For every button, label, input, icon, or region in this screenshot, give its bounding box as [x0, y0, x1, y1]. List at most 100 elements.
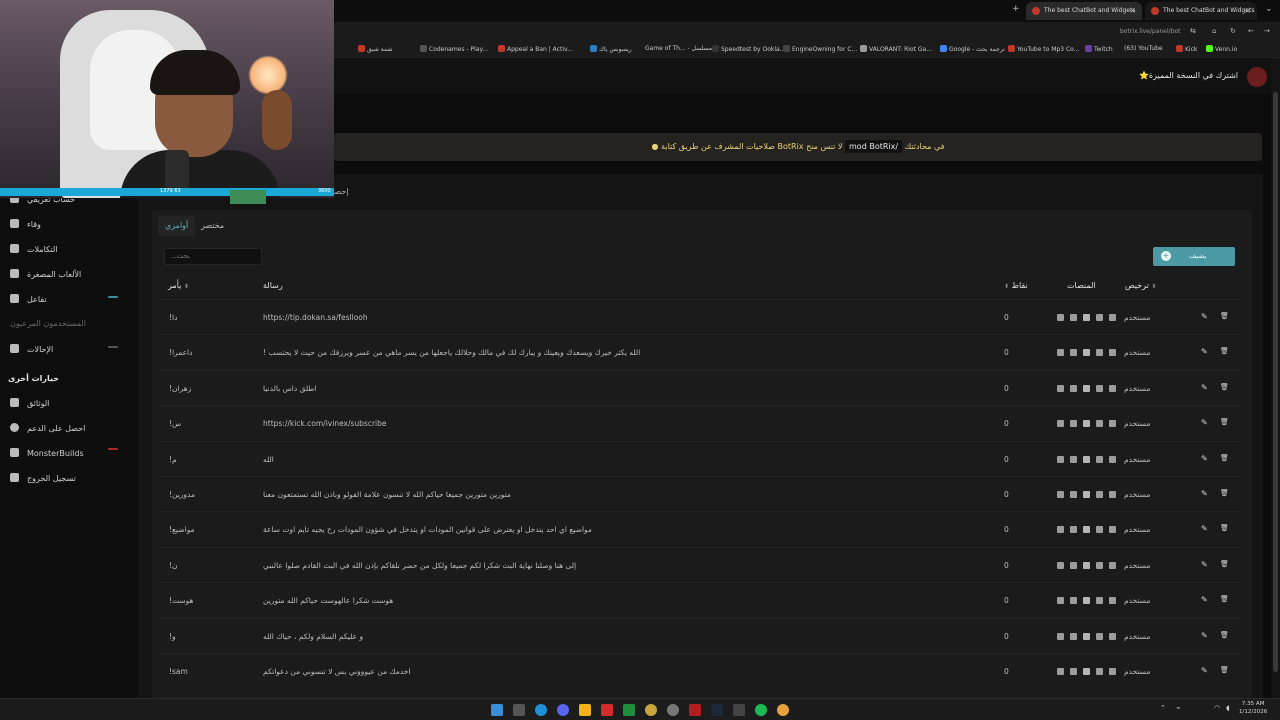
taskbar-clock[interactable]: 7:35 AM 1/12/2026	[1239, 700, 1267, 716]
bookmark[interactable]: Game of Th... - مسلسل	[645, 45, 712, 52]
edit-icon[interactable]: ✎	[1201, 383, 1208, 392]
x-platform-icon	[1109, 668, 1116, 675]
app-icon[interactable]	[645, 704, 657, 716]
page-tab-partial[interactable]: إحصا	[332, 187, 349, 196]
edit-icon[interactable]: ✎	[1201, 560, 1208, 569]
delete-icon[interactable]: 🗑	[1220, 595, 1229, 603]
sidebar-item-rewards[interactable]: وقاء	[10, 219, 41, 229]
delete-icon[interactable]: 🗑	[1220, 524, 1229, 532]
delete-icon[interactable]: 🗑	[1220, 489, 1229, 497]
bookmark[interactable]: شمة شيق	[358, 45, 392, 53]
bookmark[interactable]: Venn.io	[1206, 45, 1237, 53]
obs-icon[interactable]	[667, 704, 679, 716]
edit-icon[interactable]: ✎	[1201, 524, 1208, 533]
sidebar-item-monsterbuilds[interactable]: MonsterBuilds	[10, 448, 84, 458]
alert-text: لا تنس منح BotRix صلاحيات المشرف عن طريق…	[661, 142, 843, 151]
chrome-icon[interactable]	[777, 704, 789, 716]
chevron-down-icon[interactable]: ⌄	[1265, 4, 1273, 14]
bookmark[interactable]: EngineOwning for C...	[783, 45, 857, 53]
tab-shortcut[interactable]: مختصر	[194, 216, 231, 236]
url-field[interactable]: botrix.live/panel/bot	[1120, 28, 1181, 35]
refresh-icon[interactable]: ↻	[1230, 27, 1236, 35]
network-icon[interactable]: ⌁	[1176, 704, 1180, 712]
bookmark[interactable]: ريسوبس ياك	[590, 45, 632, 53]
message-cell: الله	[263, 454, 274, 464]
close-icon[interactable]: ×	[1244, 6, 1251, 15]
volume-icon[interactable]: ◖	[1226, 704, 1230, 712]
edit-icon[interactable]: ✎	[1201, 312, 1208, 321]
scrollbar-thumb[interactable]	[1273, 92, 1278, 672]
sidebar-item-integrations[interactable]: التكاملات	[10, 244, 58, 254]
bookmark[interactable]: VALORANT: Riot Ga...	[860, 45, 932, 53]
delete-icon[interactable]: 🗑	[1220, 666, 1229, 674]
delete-icon[interactable]: 🗑	[1220, 454, 1229, 462]
premium-link[interactable]: اشترك في النسخة المميزة⭐	[1139, 71, 1238, 80]
edge-icon[interactable]	[535, 704, 547, 716]
edit-icon[interactable]: ✎	[1201, 631, 1208, 640]
edit-icon[interactable]: ✎	[1201, 595, 1208, 604]
home-icon[interactable]: ⌂	[1212, 27, 1216, 35]
bookmark[interactable]: Speedtest by Ookla...	[712, 45, 785, 53]
trovo-platform-icon	[1096, 526, 1103, 534]
guitar	[262, 90, 292, 150]
bookmark[interactable]: Kick	[1176, 45, 1197, 53]
sidebar-item-referrals[interactable]: الإحالات	[10, 344, 53, 354]
command-cell: !ن	[169, 560, 178, 570]
column-header-permission[interactable]: ترخيص ⬍	[1125, 281, 1156, 290]
sidebar-item-support[interactable]: احصل على الدعم	[10, 423, 85, 433]
sidebar-item-sponsored-users[interactable]: المستخدمون المرعيون	[10, 319, 86, 328]
edit-icon[interactable]: ✎	[1201, 489, 1208, 498]
delete-icon[interactable]: 🗑	[1220, 418, 1229, 426]
new-badge	[108, 296, 118, 298]
mod-alert: في محادثتك /mod BotRix لا تنس منح BotRix…	[334, 133, 1262, 161]
chevron-up-icon[interactable]: ⌃	[1160, 704, 1166, 712]
sidebar-item-docs[interactable]: الوثائق	[10, 398, 49, 408]
delete-icon[interactable]: 🗑	[1220, 347, 1229, 355]
bookmark[interactable]: Codenames - Play...	[420, 45, 488, 53]
bookmark[interactable]: Appeal a Ban | Activ...	[498, 45, 573, 53]
delete-icon[interactable]: 🗑	[1220, 383, 1229, 391]
delete-icon[interactable]: 🗑	[1220, 631, 1229, 639]
command-cell: !مدورين	[169, 490, 196, 499]
sidebar-item-interaction[interactable]: تفاعل	[10, 294, 47, 304]
bookmark[interactable]: YouTube to Mp3 Co...	[1008, 45, 1079, 53]
forward-icon[interactable]: →	[1264, 27, 1270, 35]
points-cell: 0	[1004, 596, 1009, 606]
sidebar-item-logout[interactable]: تسجيل الخروج	[10, 473, 76, 483]
sort-icon: ⬍	[1151, 283, 1157, 290]
close-icon[interactable]: ×	[1129, 6, 1136, 15]
bookmark-label: Kick	[1185, 46, 1198, 53]
steam-icon[interactable]	[711, 704, 723, 716]
bookmark[interactable]: Twitch	[1085, 45, 1113, 53]
folder-icon[interactable]	[579, 704, 591, 716]
browser-tab-2[interactable]: The best ChatBot and Widgets ×	[1145, 2, 1257, 20]
add-button[interactable]: + يضيف	[1153, 247, 1235, 266]
edit-icon[interactable]: ✎	[1201, 454, 1208, 463]
netflix-icon[interactable]	[689, 704, 701, 716]
discord-icon[interactable]	[557, 704, 569, 716]
task-view-icon[interactable]	[513, 704, 525, 716]
wifi-icon[interactable]: ◠	[1214, 704, 1220, 712]
bookmark[interactable]: (63) YouTube	[1124, 45, 1163, 52]
back-icon[interactable]: ←	[1248, 27, 1254, 35]
start-icon[interactable]	[491, 704, 503, 716]
app-icon[interactable]	[733, 704, 745, 716]
avatar[interactable]	[1247, 67, 1267, 87]
column-header-points[interactable]: ⬍ نقاط	[1004, 281, 1028, 290]
delete-icon[interactable]: 🗑	[1220, 312, 1229, 320]
tab-my-commands[interactable]: أوامري	[158, 216, 196, 236]
browser-tab-1[interactable]: The best ChatBot and Widgets ×	[1026, 2, 1142, 20]
edit-icon[interactable]: ✎	[1201, 418, 1208, 427]
edit-icon[interactable]: ✎	[1201, 347, 1208, 356]
excel-icon[interactable]	[623, 704, 635, 716]
new-tab-icon[interactable]: +	[1012, 4, 1020, 14]
search-input[interactable]: بحث...	[164, 248, 262, 265]
youtube-icon[interactable]	[601, 704, 613, 716]
column-header-command[interactable]: يأمر ⬍	[168, 281, 189, 290]
bookmark[interactable]: Google - ترجمة بحث	[940, 45, 1005, 53]
spotify-icon[interactable]	[755, 704, 767, 716]
delete-icon[interactable]: 🗑	[1220, 560, 1229, 568]
edit-icon[interactable]: ✎	[1201, 666, 1208, 675]
tune-icon[interactable]: ⇆	[1190, 27, 1196, 35]
sidebar-item-minigames[interactable]: الألعاب المصغرة	[10, 269, 81, 279]
